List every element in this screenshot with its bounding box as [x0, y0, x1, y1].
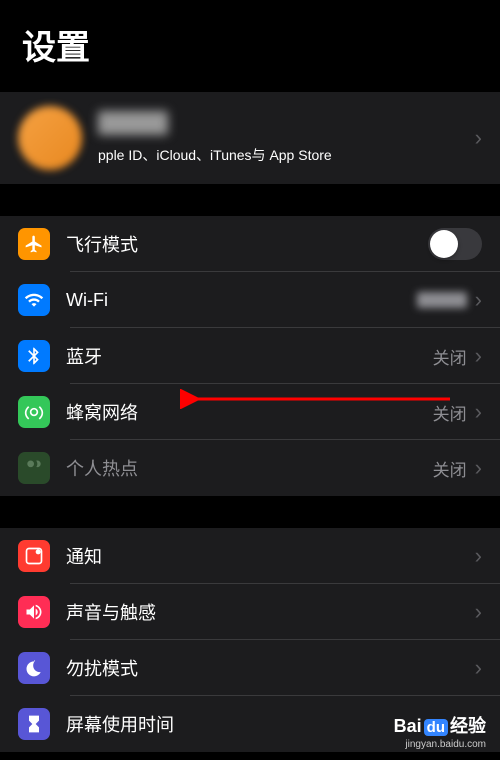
connectivity-section: 飞行模式 Wi-Fi › 蓝牙 关闭 › 蜂窝网络 关闭 › 个人热点 关闭	[0, 216, 500, 496]
sounds-row[interactable]: 声音与触感 ›	[0, 584, 500, 640]
chevron-right-icon: ›	[475, 545, 482, 567]
cellular-row[interactable]: 蜂窝网络 关闭 ›	[0, 384, 500, 440]
cellular-value: 关闭	[433, 400, 467, 425]
wifi-row[interactable]: Wi-Fi ›	[0, 272, 500, 328]
profile-section: pple ID、iCloud、iTunes与 App Store ›	[0, 92, 500, 184]
bluetooth-label: 蓝牙	[66, 343, 433, 369]
dnd-row[interactable]: 勿扰模式 ›	[0, 640, 500, 696]
dnd-label: 勿扰模式	[66, 655, 475, 681]
chevron-right-icon: ›	[475, 289, 482, 311]
wifi-icon	[18, 284, 50, 316]
notifications-label: 通知	[66, 543, 475, 569]
watermark-prefix: Bai	[394, 716, 422, 736]
bluetooth-icon	[18, 340, 50, 372]
wifi-label: Wi-Fi	[66, 290, 417, 311]
cellular-label: 蜂窝网络	[66, 399, 433, 425]
chevron-right-icon: ›	[475, 657, 482, 679]
notifications-icon	[18, 540, 50, 572]
airplane-mode-row[interactable]: 飞行模式	[0, 216, 500, 272]
watermark-url: jingyan.baidu.com	[394, 739, 486, 750]
wifi-value-blurred	[417, 292, 467, 308]
profile-name-blurred	[98, 111, 168, 135]
hotspot-label: 个人热点	[66, 455, 433, 481]
chevron-right-icon: ›	[475, 127, 482, 149]
apple-id-row[interactable]: pple ID、iCloud、iTunes与 App Store ›	[0, 92, 500, 184]
dnd-icon	[18, 652, 50, 684]
airplane-label: 飞行模式	[66, 231, 428, 257]
hotspot-icon	[18, 452, 50, 484]
sounds-icon	[18, 596, 50, 628]
cellular-icon	[18, 396, 50, 428]
notifications-row[interactable]: 通知 ›	[0, 528, 500, 584]
screentime-icon	[18, 708, 50, 740]
chevron-right-icon: ›	[475, 457, 482, 479]
profile-text: pple ID、iCloud、iTunes与 App Store	[98, 111, 475, 165]
toggle-knob	[430, 230, 458, 258]
watermark-mid: du	[424, 719, 448, 736]
airplane-toggle[interactable]	[428, 228, 482, 260]
header: 设置	[0, 0, 500, 84]
sounds-label: 声音与触感	[66, 599, 475, 625]
chevron-right-icon: ›	[475, 345, 482, 367]
avatar	[18, 106, 82, 170]
bluetooth-value: 关闭	[433, 344, 467, 369]
bluetooth-row[interactable]: 蓝牙 关闭 ›	[0, 328, 500, 384]
profile-subtitle: pple ID、iCloud、iTunes与 App Store	[98, 145, 475, 165]
watermark: Baidu经验 jingyan.baidu.com	[394, 712, 486, 750]
hotspot-row[interactable]: 个人热点 关闭 ›	[0, 440, 500, 496]
page-title: 设置	[22, 20, 478, 69]
watermark-suffix: 经验	[450, 716, 486, 736]
chevron-right-icon: ›	[475, 401, 482, 423]
airplane-icon	[18, 228, 50, 260]
hotspot-value: 关闭	[433, 456, 467, 481]
watermark-logo: Baidu经验	[394, 712, 486, 738]
chevron-right-icon: ›	[475, 601, 482, 623]
